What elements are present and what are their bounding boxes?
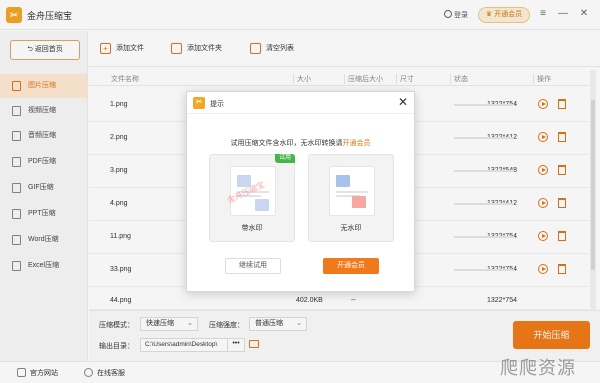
close-icon[interactable]: ✕ (398, 95, 408, 109)
no-watermark-card-label: 无水印 (340, 225, 362, 232)
watermark-card: 金舟压缩宝 试用 带水印 (209, 154, 295, 242)
dialog-message: 试用压缩文件含水印，无水印转换请开通会员 (187, 138, 414, 148)
continue-trial-button[interactable]: 继续试用 (225, 258, 281, 274)
message-text: 试用压缩文件含水印，无水印转换请 (230, 140, 343, 147)
open-vip-dialog-button[interactable]: 开通会员 (323, 258, 379, 274)
watermark-card-label: 带水印 (241, 225, 263, 232)
text-line (336, 191, 368, 193)
image-placeholder (336, 175, 350, 187)
image-placeholder (255, 199, 269, 211)
app-logo-icon: ✂ (193, 97, 205, 109)
watermark-prompt-dialog: ✂ 提示 ✕ 试用压缩文件含水印，无水印转换请开通会员 金舟压缩宝 试用 带水印… (186, 91, 415, 292)
document-preview (329, 166, 375, 216)
dialog-header: ✂ 提示 ✕ (187, 92, 414, 114)
dialog-title: 提示 (210, 101, 224, 108)
open-vip-link[interactable]: 开通会员 (343, 140, 371, 147)
image-placeholder (352, 196, 366, 208)
no-watermark-card: 无水印 (308, 154, 394, 242)
trial-tag: 试用 (275, 154, 295, 163)
